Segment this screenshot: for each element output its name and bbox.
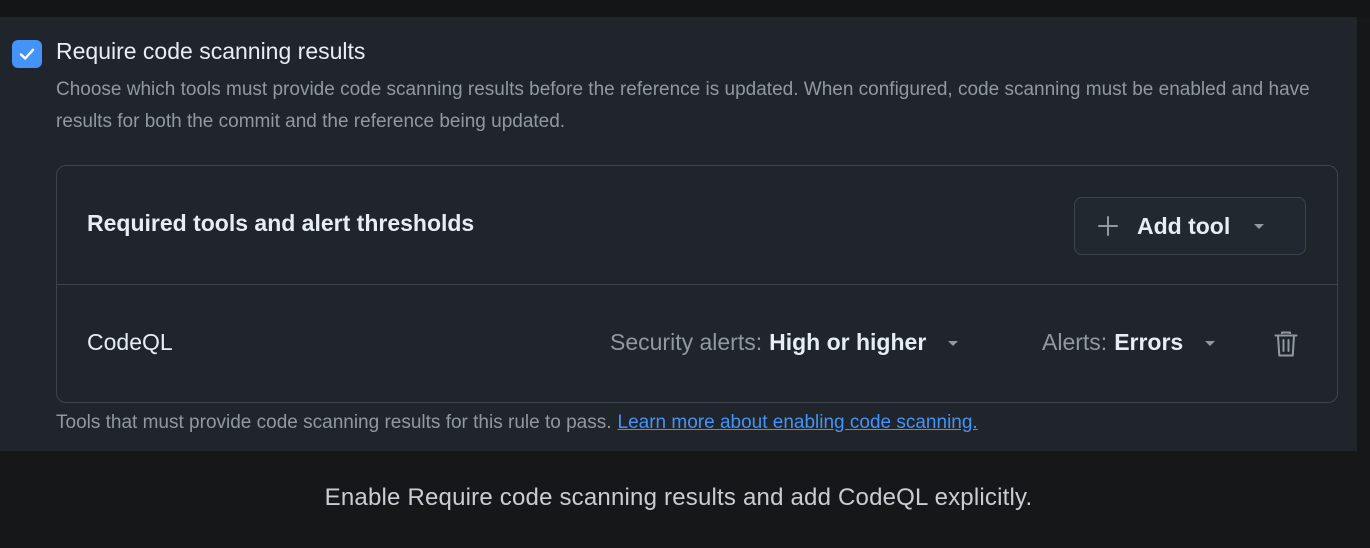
alerts-dropdown[interactable]: Alerts: Errors xyxy=(1042,329,1217,356)
tool-row: CodeQL Security alerts: High or higher A… xyxy=(57,286,1337,403)
security-alerts-value: High or higher xyxy=(769,329,927,355)
required-tools-box: Required tools and alert thresholds Add … xyxy=(56,165,1338,403)
chevron-down-icon xyxy=(1205,340,1216,346)
trash-icon[interactable] xyxy=(1273,330,1299,358)
setting-title: Require code scanning results xyxy=(56,38,366,64)
require-code-scanning-checkbox[interactable] xyxy=(12,40,42,68)
footnote: Tools that must provide code scanning re… xyxy=(56,412,978,434)
learn-more-link[interactable]: Learn more about enabling code scanning. xyxy=(618,412,978,433)
plus-icon xyxy=(1098,216,1118,236)
security-alerts-label: Security alerts: xyxy=(610,329,763,355)
box-header: Required tools and alert thresholds Add … xyxy=(57,166,1337,285)
security-alerts-dropdown[interactable]: Security alerts: High or higher xyxy=(610,329,960,356)
tool-name: CodeQL xyxy=(87,329,173,355)
panel-edge xyxy=(1357,17,1370,451)
top-strip xyxy=(0,0,1370,17)
setting-description: Choose which tools must provide code sca… xyxy=(56,79,1310,132)
box-header-title: Required tools and alert thresholds xyxy=(87,210,475,236)
footnote-text: Tools that must provide code scanning re… xyxy=(56,412,612,433)
alerts-value: Errors xyxy=(1114,329,1184,355)
check-icon xyxy=(19,48,35,60)
add-tool-label: Add tool xyxy=(1137,212,1231,239)
alerts-label: Alerts: xyxy=(1042,329,1108,355)
add-tool-button[interactable]: Add tool xyxy=(1074,197,1306,255)
chevron-down-icon xyxy=(948,340,959,346)
caption: Enable Require code scanning results and… xyxy=(324,484,1033,511)
chevron-down-icon xyxy=(1254,224,1265,229)
